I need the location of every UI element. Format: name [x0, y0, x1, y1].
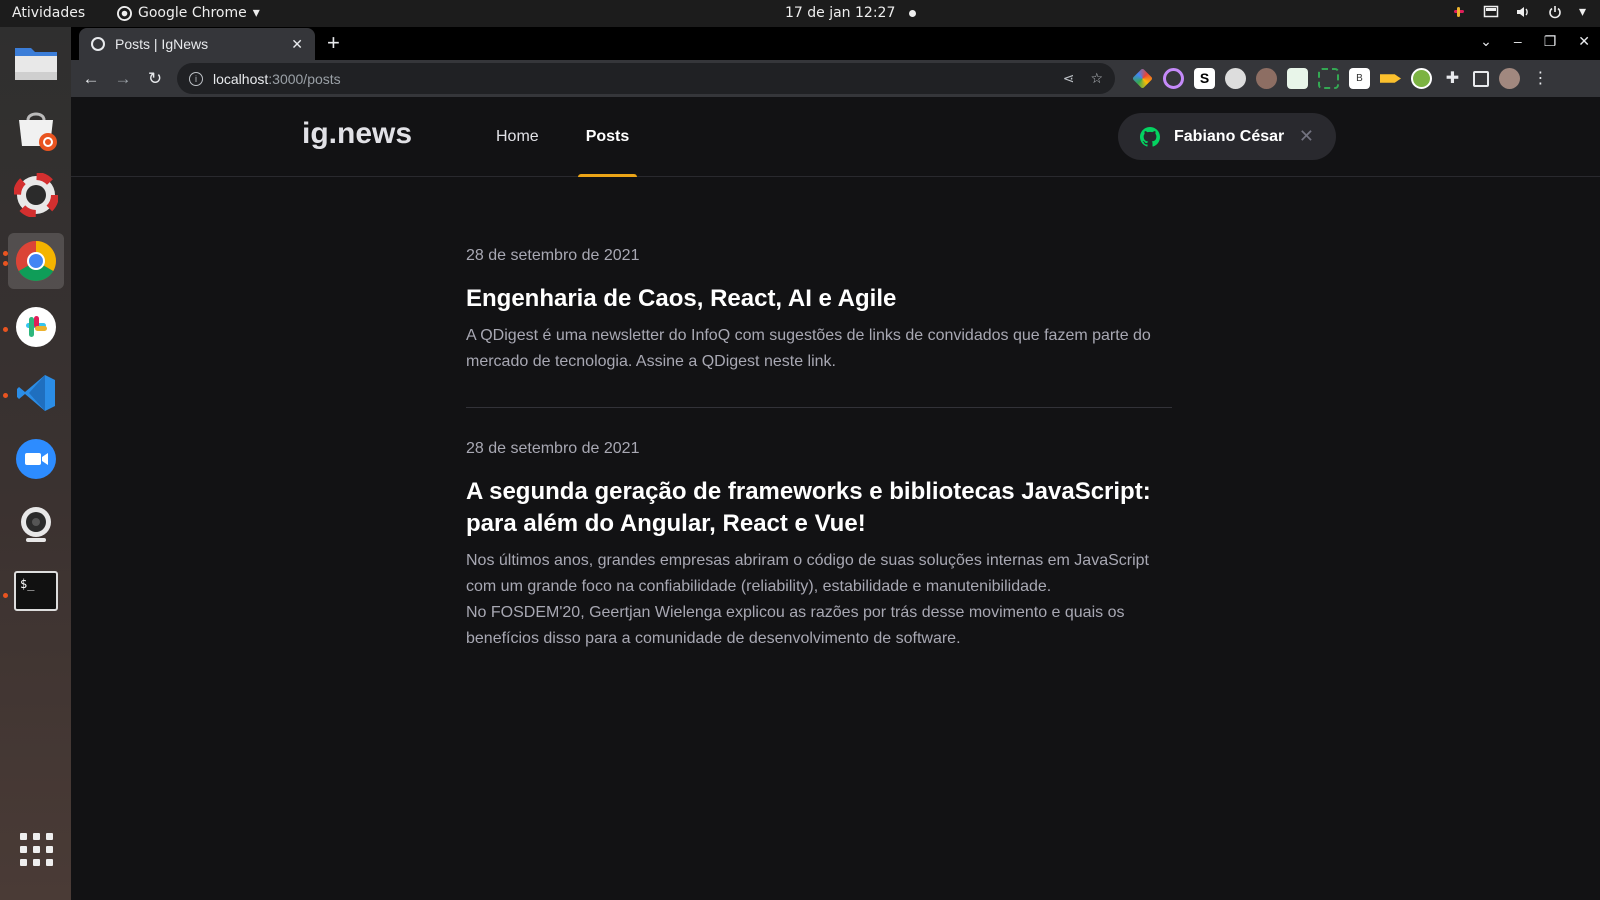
- app-menu[interactable]: Google Chrome ▾: [117, 5, 260, 21]
- running-indicator: [3, 327, 8, 332]
- user-name: Fabiano César: [1174, 127, 1285, 145]
- circle-extension-icon[interactable]: [1163, 68, 1184, 89]
- app-menu-label: Google Chrome: [138, 5, 247, 21]
- tray-chevron-down-icon[interactable]: ▾: [1579, 4, 1586, 20]
- post-excerpt: Nos últimos anos, grandes empresas abrir…: [466, 552, 1149, 595]
- ubuntu-dock: $_: [0, 27, 71, 900]
- tab-strip: Posts | IgNews ✕ + ⌄ – ❐ ✕: [71, 27, 1600, 60]
- tag-extension-icon[interactable]: [1380, 74, 1401, 83]
- globe-extension-icon[interactable]: [1225, 68, 1246, 89]
- restore-icon[interactable]: ❐: [1544, 33, 1557, 50]
- help-icon[interactable]: [8, 167, 64, 223]
- frog-extension-icon[interactable]: [1411, 68, 1432, 89]
- puzzle-extensions-icon[interactable]: ✚: [1442, 68, 1463, 89]
- address-bar[interactable]: i localhost :3000/posts ⋖ ☆: [177, 63, 1115, 94]
- minimize-icon[interactable]: –: [1514, 33, 1522, 50]
- tab-posts[interactable]: Posts | IgNews ✕: [79, 28, 315, 60]
- webcam-icon[interactable]: [8, 497, 64, 553]
- post-date: 28 de setembro de 2021: [466, 247, 640, 264]
- slack-icon[interactable]: [8, 299, 64, 355]
- chevron-down-icon: ▾: [252, 5, 260, 21]
- globe-icon: [91, 37, 105, 51]
- clock-text: 17 de jan 12:27: [785, 5, 896, 21]
- new-tab-icon[interactable]: +: [327, 31, 340, 55]
- system-top-bar: Atividades Google Chrome ▾ 17 de jan 12:…: [0, 0, 1600, 27]
- dashed-extension-icon[interactable]: [1318, 68, 1339, 89]
- svg-text:$_: $_: [20, 577, 35, 591]
- url-host: localhost: [213, 70, 269, 87]
- posts-list: 28 de setembro de 2021 Engenharia de Cao…: [466, 247, 1172, 684]
- running-indicator: [3, 593, 8, 598]
- sheet-extension-icon[interactable]: [1287, 68, 1308, 89]
- close-window-icon[interactable]: ✕: [1578, 33, 1590, 50]
- activities-button[interactable]: Atividades: [12, 5, 85, 21]
- notification-dot-icon: [909, 9, 917, 17]
- show-applications-icon[interactable]: [20, 833, 53, 866]
- running-indicator: [3, 251, 8, 256]
- forward-icon[interactable]: →: [111, 67, 135, 91]
- omnibox-actions: ⋖ ☆: [1063, 70, 1103, 87]
- close-tab-icon[interactable]: ✕: [291, 36, 303, 53]
- post-excerpt: A QDigest é uma newsletter do InfoQ com …: [466, 327, 1151, 370]
- back-icon[interactable]: ←: [79, 67, 103, 91]
- profile-avatar[interactable]: [1499, 68, 1520, 89]
- site-header: ig.news Home Posts Fabiano César ✕: [71, 97, 1600, 177]
- volume-icon[interactable]: [1515, 4, 1531, 20]
- zoom-icon[interactable]: [8, 431, 64, 487]
- browser-toolbar: ← → ↻ i localhost :3000/posts ⋖ ☆ S B ✚: [71, 60, 1600, 97]
- url-path: :3000/posts: [268, 70, 341, 87]
- side-panel-icon[interactable]: [1473, 70, 1489, 87]
- chrome-small-icon: [117, 5, 132, 21]
- tab-search-icon[interactable]: ⌄: [1480, 33, 1492, 50]
- post-title[interactable]: A segunda geração de frameworks e biblio…: [466, 476, 1172, 540]
- signout-close-icon[interactable]: ✕: [1299, 126, 1314, 147]
- b-extension-icon[interactable]: B: [1349, 68, 1370, 89]
- window-controls: ⌄ – ❐ ✕: [1480, 33, 1590, 50]
- webpage: ig.news Home Posts Fabiano César ✕ 28 de…: [71, 97, 1600, 900]
- terminal-icon[interactable]: $_: [8, 563, 64, 619]
- reload-icon[interactable]: ↻: [143, 67, 167, 91]
- system-tray[interactable]: ▾: [1451, 4, 1586, 20]
- post-title[interactable]: Engenharia de Caos, React, AI e Agile: [466, 283, 1172, 315]
- glasses-extension-icon[interactable]: [1256, 68, 1277, 89]
- software-icon[interactable]: [8, 101, 64, 157]
- bookmark-star-icon[interactable]: ☆: [1090, 70, 1103, 87]
- main-nav: Home Posts: [496, 97, 637, 177]
- vscode-icon[interactable]: [8, 365, 64, 421]
- screen-icon[interactable]: [1483, 4, 1499, 20]
- tab-title: Posts | IgNews: [115, 36, 209, 52]
- signin-button[interactable]: Fabiano César ✕: [1118, 113, 1336, 160]
- chrome-window: Posts | IgNews ✕ + ⌄ – ❐ ✕ ← → ↻ i local…: [71, 27, 1600, 900]
- running-indicator: [3, 261, 8, 266]
- post-excerpt-continued: No FOSDEM'20, Geertjan Wielenga explicou…: [466, 604, 1125, 647]
- running-indicator: [3, 393, 8, 398]
- post-date: 28 de setembro de 2021: [466, 440, 640, 457]
- chrome-icon[interactable]: [8, 233, 64, 289]
- nav-posts-link[interactable]: Posts: [577, 97, 637, 177]
- s-extension-icon[interactable]: S: [1194, 68, 1215, 89]
- extensions-bar: S B ✚ ⋮: [1132, 68, 1551, 89]
- slack-tray-icon[interactable]: [1451, 4, 1467, 20]
- power-icon[interactable]: [1547, 4, 1563, 20]
- kebab-menu-icon[interactable]: ⋮: [1530, 68, 1551, 89]
- github-icon: [1140, 126, 1160, 147]
- post-item[interactable]: 28 de setembro de 2021 A segunda geração…: [466, 407, 1172, 684]
- nav-home-link[interactable]: Home: [496, 97, 539, 177]
- site-logo[interactable]: ig.news: [302, 117, 412, 151]
- post-item[interactable]: 28 de setembro de 2021 Engenharia de Cao…: [466, 247, 1172, 407]
- share-icon[interactable]: ⋖: [1063, 70, 1075, 87]
- color-picker-extension-icon[interactable]: [1132, 68, 1153, 89]
- files-icon[interactable]: [8, 35, 64, 91]
- site-info-icon[interactable]: i: [189, 71, 203, 86]
- clock[interactable]: 17 de jan 12:27: [785, 5, 917, 21]
